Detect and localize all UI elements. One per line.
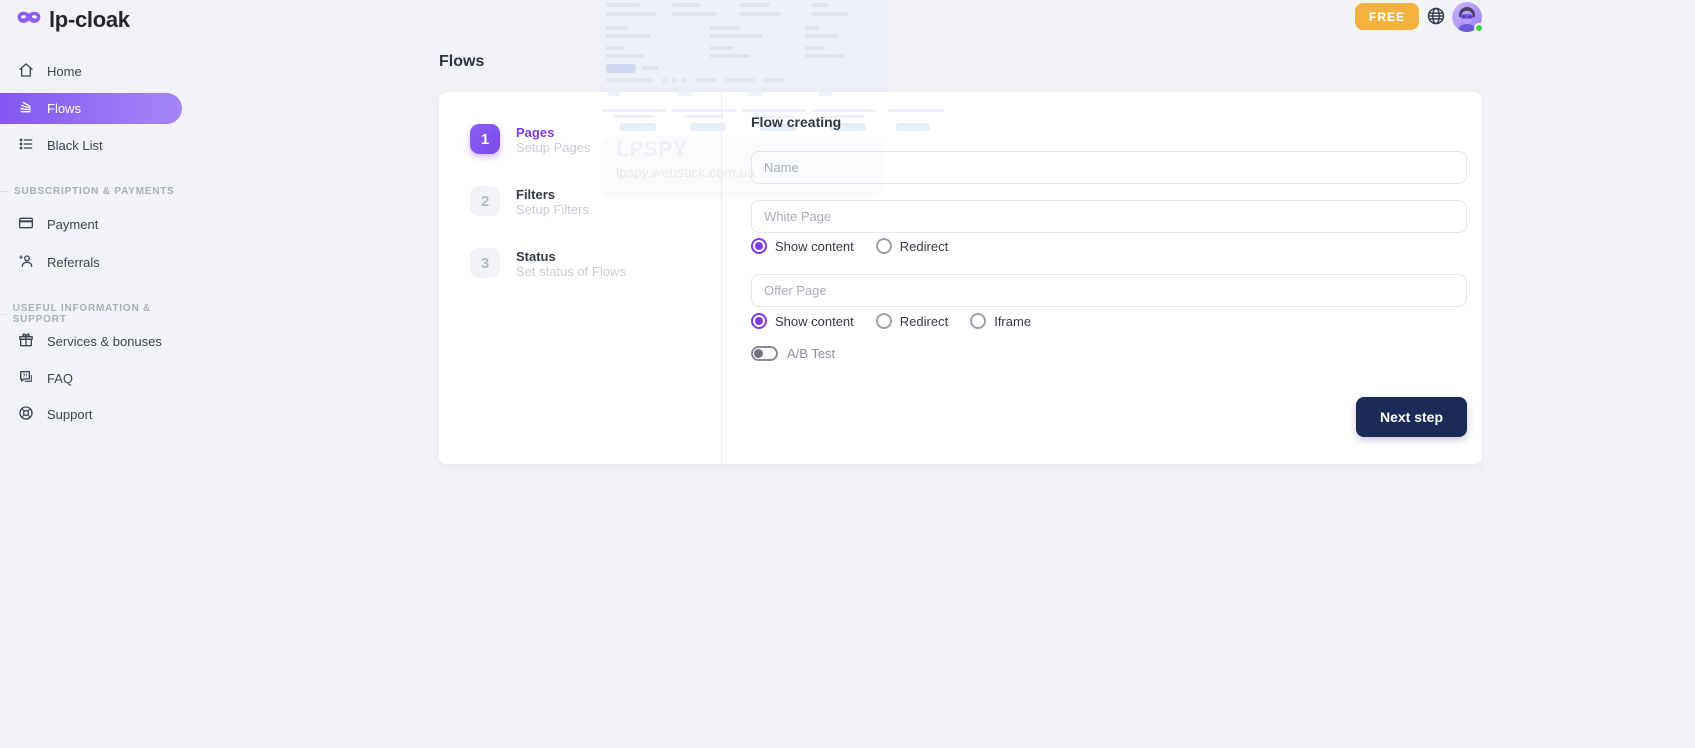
- sidebar-item-referrals[interactable]: Referrals: [0, 246, 182, 278]
- offer-page-input[interactable]: [751, 274, 1467, 307]
- sidebar-item-services-bonuses[interactable]: Services & bonuses: [0, 325, 182, 357]
- ghost-background-page: [600, 0, 887, 92]
- next-step-button[interactable]: Next step: [1356, 397, 1467, 437]
- step-status[interactable]: 3 Status Set status of Flows: [470, 248, 626, 280]
- flow-creating-form: Flow creating Show content Redirect Show…: [721, 92, 1482, 464]
- offer-page-mode-options: Show content Redirect Iframe: [751, 313, 1031, 329]
- brand[interactable]: lp-cloak: [16, 7, 130, 33]
- stepper: 1 Pages Setup Pages 2 Filters Setup Filt…: [439, 92, 721, 464]
- step-number: 3: [470, 248, 500, 278]
- offer-show-content-radio[interactable]: Show content: [751, 313, 854, 329]
- offer-iframe-radio[interactable]: Iframe: [970, 313, 1031, 329]
- step-title: Status: [516, 248, 626, 264]
- step-subtitle: Set status of Flows: [516, 264, 626, 280]
- online-status-dot: [1474, 23, 1484, 33]
- name-input[interactable]: [751, 151, 1467, 184]
- home-icon: [18, 62, 34, 81]
- step-pages[interactable]: 1 Pages Setup Pages: [470, 124, 590, 156]
- toggle-icon: [751, 346, 778, 361]
- white-page-input[interactable]: [751, 200, 1467, 233]
- sidebar-item-label: Services & bonuses: [47, 334, 162, 349]
- sidebar-section-subscription: SUBSCRIPTION & PAYMENTS: [0, 186, 182, 197]
- sidebar-item-label: Support: [47, 407, 93, 422]
- avatar[interactable]: [1452, 2, 1482, 32]
- sidebar-item-label: Referrals: [47, 255, 100, 270]
- sidebar-item-label: Home: [47, 64, 82, 79]
- white-page-mode-options: Show content Redirect: [751, 238, 948, 254]
- sidebar-item-label: Flows: [47, 101, 81, 116]
- sidebar-item-payment[interactable]: Payment: [0, 208, 182, 240]
- sidebar-item-support[interactable]: Support: [0, 398, 182, 430]
- radio-icon: [876, 313, 892, 329]
- step-title: Pages: [516, 124, 590, 140]
- support-icon: [18, 405, 34, 424]
- white-show-content-radio[interactable]: Show content: [751, 238, 854, 254]
- offer-redirect-radio[interactable]: Redirect: [876, 313, 948, 329]
- step-subtitle: Setup Pages: [516, 140, 590, 156]
- flows-icon: [18, 99, 34, 118]
- gift-icon: [18, 332, 34, 351]
- step-title: Filters: [516, 186, 589, 202]
- plan-badge[interactable]: FREE: [1355, 3, 1419, 30]
- sidebar-item-black-list[interactable]: Black List: [0, 129, 182, 161]
- radio-icon: [876, 238, 892, 254]
- svg-text:?!: ?!: [22, 373, 27, 379]
- referrals-icon: [18, 253, 34, 272]
- form-title: Flow creating: [751, 114, 841, 130]
- sidebar-item-home[interactable]: Home: [0, 55, 182, 87]
- ab-test-toggle[interactable]: A/B Test: [751, 346, 835, 361]
- sidebar-item-label: FAQ: [47, 371, 73, 386]
- radio-selected-icon: [751, 238, 767, 254]
- radio-selected-icon: [751, 313, 767, 329]
- sidebar-item-faq[interactable]: ?! FAQ: [0, 362, 182, 394]
- sidebar-item-flows[interactable]: Flows: [0, 93, 182, 124]
- globe-icon[interactable]: [1426, 6, 1446, 26]
- black-list-icon: [18, 136, 34, 155]
- sidebar-section-support: USEFUL INFORMATION & SUPPORT: [0, 303, 182, 325]
- brand-name: lp-cloak: [49, 7, 130, 33]
- white-redirect-radio[interactable]: Redirect: [876, 238, 948, 254]
- app: lp-cloak Home Flows Black List SUBSCRIPT…: [0, 0, 1695, 748]
- flow-creating-card: LPSPY lpspy.webstick.com.ua 1 Pages Setu…: [439, 92, 1482, 464]
- page-title: Flows: [439, 53, 484, 71]
- sidebar-item-label: Payment: [47, 217, 98, 232]
- step-number: 1: [470, 124, 500, 154]
- radio-icon: [970, 313, 986, 329]
- sidebar-item-label: Black List: [47, 138, 103, 153]
- mask-logo-icon: [16, 8, 42, 33]
- step-filters[interactable]: 2 Filters Setup Filters: [470, 186, 589, 218]
- faq-icon: ?!: [18, 369, 34, 388]
- sidebar: lp-cloak Home Flows Black List SUBSCRIPT…: [0, 0, 200, 748]
- credit-card-icon: [18, 215, 34, 234]
- step-number: 2: [470, 186, 500, 216]
- step-subtitle: Setup Filters: [516, 202, 589, 218]
